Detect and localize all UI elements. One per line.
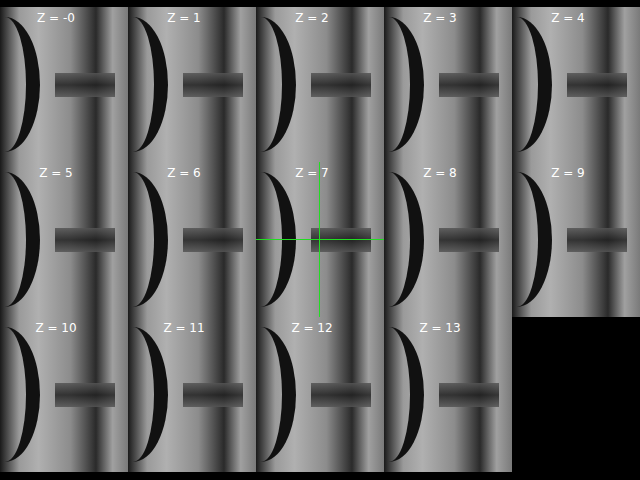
slice-tile[interactable]: Z = 7	[256, 162, 384, 317]
slice-image	[384, 162, 512, 317]
slice-tile[interactable]: Z = 11	[128, 317, 256, 472]
slice-label: Z = 4	[512, 10, 640, 26]
slice-tile[interactable]: Z = 5	[0, 162, 128, 317]
slice-band	[183, 73, 243, 97]
slice-label: Z = 8	[384, 165, 512, 181]
slice-band	[311, 383, 371, 407]
slice-image	[128, 317, 256, 472]
slice-band	[439, 228, 499, 252]
slice-tile[interactable]: Z = 4	[512, 7, 640, 162]
slice-tile[interactable]: Z = -0	[0, 7, 128, 162]
slice-band	[183, 383, 243, 407]
slice-arc	[512, 17, 552, 152]
slice-tile[interactable]: Z = 1	[128, 7, 256, 162]
crosshair-horizontal[interactable]	[256, 239, 384, 240]
slice-label: Z = 9	[512, 165, 640, 181]
slice-arc	[0, 17, 40, 152]
slice-arc	[384, 172, 424, 307]
slice-image	[128, 7, 256, 162]
slice-tile[interactable]: Z = 8	[384, 162, 512, 317]
slice-image	[0, 162, 128, 317]
slice-arc	[0, 172, 40, 307]
slice-tile[interactable]: Z = 6	[128, 162, 256, 317]
slice-band	[567, 73, 627, 97]
slice-label: Z = 3	[384, 10, 512, 26]
slice-arc	[512, 172, 552, 307]
slice-image	[384, 7, 512, 162]
slice-band	[311, 228, 371, 252]
slice-label: Z = 10	[0, 320, 128, 336]
slice-arc	[128, 327, 168, 462]
slice-arc	[384, 327, 424, 462]
slice-tile[interactable]: Z = 10	[0, 317, 128, 472]
slice-label: Z = 13	[384, 320, 512, 336]
slice-band	[567, 228, 627, 252]
slice-tile[interactable]: Z = 2	[256, 7, 384, 162]
slice-tile[interactable]: Z = 13	[384, 317, 512, 472]
slice-arc	[128, 172, 168, 307]
slice-label: Z = 2	[256, 10, 384, 26]
slice-image	[384, 317, 512, 472]
slice-band	[55, 383, 115, 407]
slice-band	[439, 383, 499, 407]
slice-band	[183, 228, 243, 252]
slice-band	[439, 73, 499, 97]
slice-band	[55, 228, 115, 252]
slice-label: Z = 7	[256, 165, 384, 181]
slice-label: Z = -0	[0, 10, 128, 26]
slice-arc	[0, 327, 40, 462]
slice-label: Z = 11	[128, 320, 256, 336]
slice-label: Z = 5	[0, 165, 128, 181]
slice-arc	[128, 17, 168, 152]
slice-label: Z = 6	[128, 165, 256, 181]
slice-tile[interactable]: Z = 3	[384, 7, 512, 162]
slice-image	[0, 317, 128, 472]
slice-image	[256, 7, 384, 162]
slice-arc	[256, 327, 296, 462]
slice-image	[512, 7, 640, 162]
slice-montage: Z = -0Z = 1Z = 2Z = 3Z = 4Z = 5Z = 6Z = …	[0, 0, 640, 480]
slice-band	[311, 73, 371, 97]
slice-arc	[256, 17, 296, 152]
slice-image	[128, 162, 256, 317]
slice-band	[55, 73, 115, 97]
slice-arc	[384, 17, 424, 152]
slice-tile[interactable]: Z = 12	[256, 317, 384, 472]
slice-image	[0, 7, 128, 162]
slice-image	[512, 162, 640, 317]
slice-image	[256, 317, 384, 472]
slice-label: Z = 12	[256, 320, 384, 336]
slice-label: Z = 1	[128, 10, 256, 26]
slice-tile[interactable]: Z = 9	[512, 162, 640, 317]
